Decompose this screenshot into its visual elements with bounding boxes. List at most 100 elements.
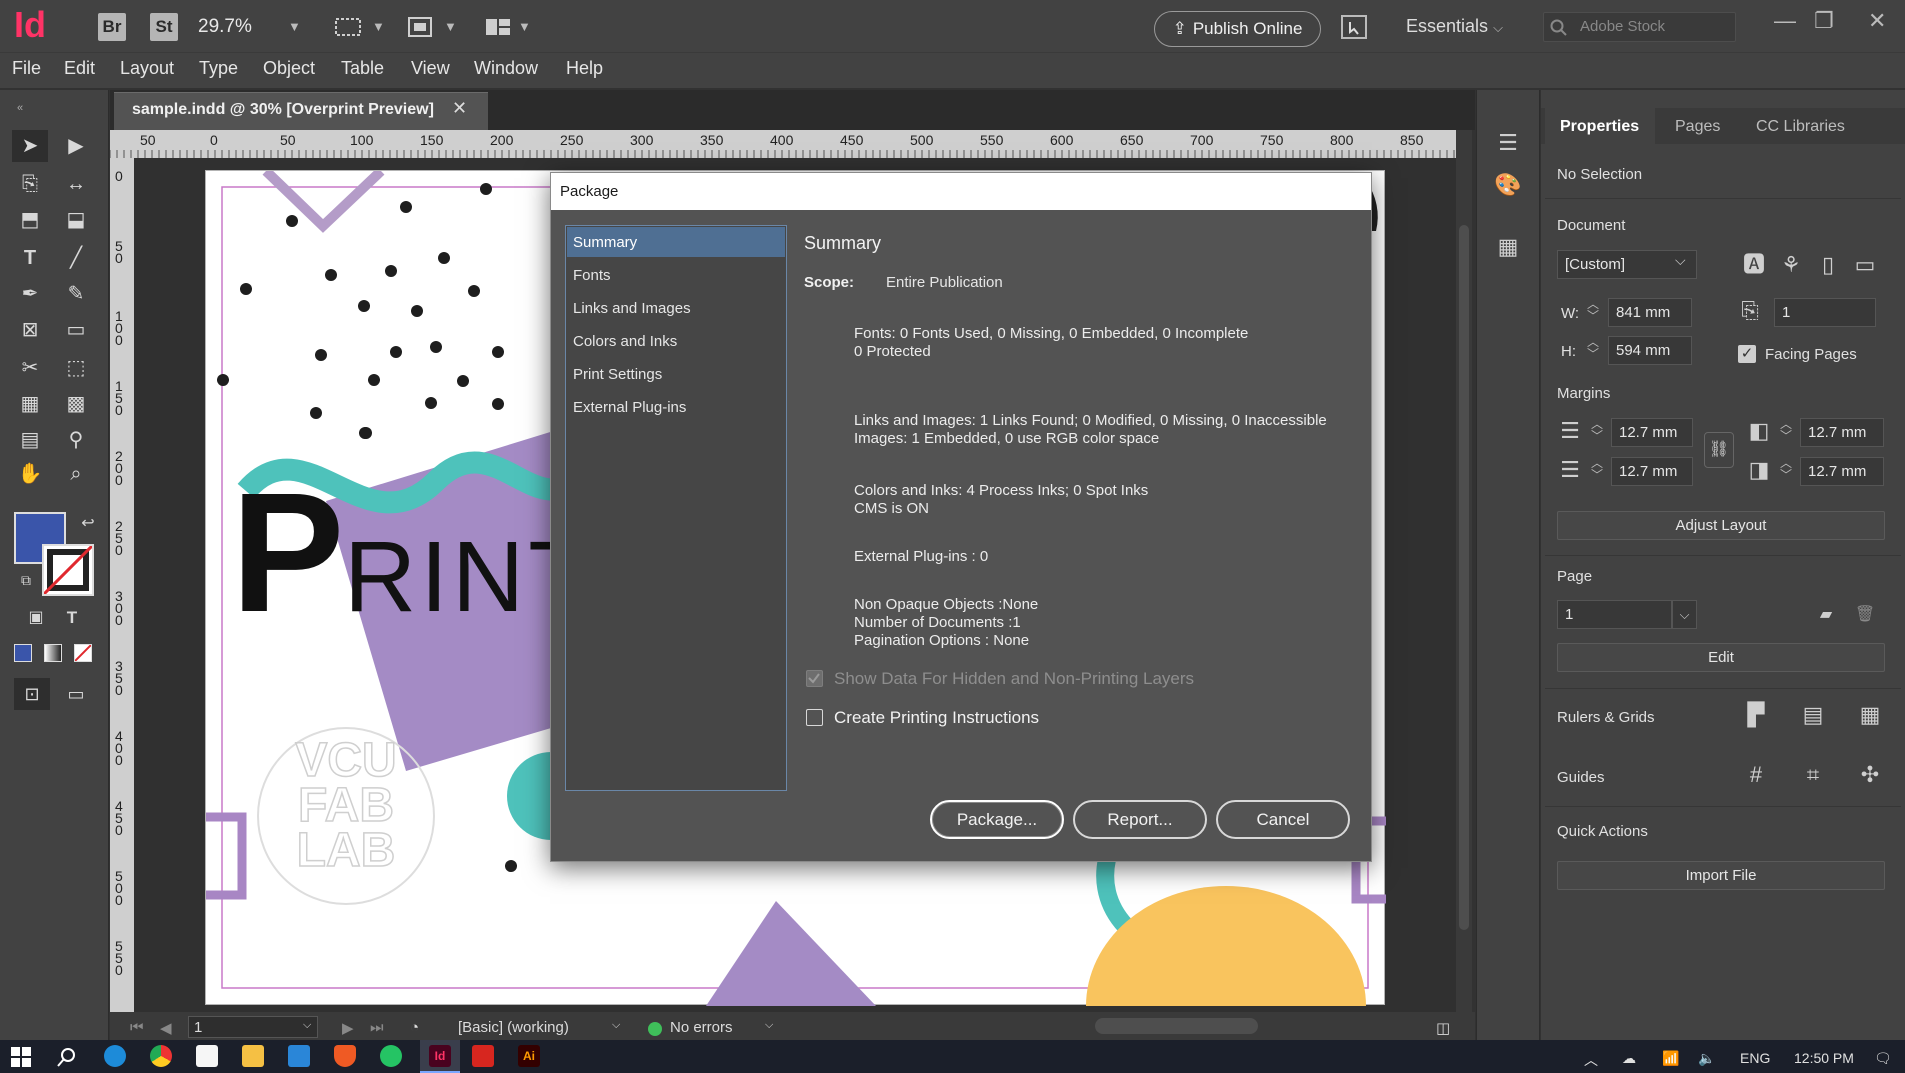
rectangle-frame-tool-icon[interactable]: ⊠ xyxy=(12,314,48,346)
menu-file[interactable]: File xyxy=(12,58,41,79)
height-field[interactable]: 594 mm xyxy=(1608,336,1692,365)
publish-online-button[interactable]: ⇪ Publish Online xyxy=(1154,11,1321,47)
edge-icon[interactable] xyxy=(104,1045,126,1067)
margin-top-stepper-icon[interactable]: ︿ ﹀ xyxy=(1591,418,1603,442)
nav-item-fonts[interactable]: Fonts xyxy=(573,267,611,284)
eyedropper-tool-icon[interactable]: ⚲ xyxy=(58,424,94,456)
smart-guides-icon[interactable]: ✣ xyxy=(1855,760,1885,790)
apply-color-icon[interactable] xyxy=(14,644,32,662)
workspace-switcher[interactable]: Essentials ⌵ xyxy=(1406,16,1503,37)
tab-properties[interactable]: Properties xyxy=(1560,118,1639,136)
lock-guides-icon[interactable]: ⌗ xyxy=(1798,760,1828,790)
pen-tool-icon[interactable]: ✒ xyxy=(12,278,48,310)
next-page-icon[interactable]: ▶ xyxy=(342,1019,354,1037)
file-explorer-icon[interactable] xyxy=(242,1045,264,1067)
margin-top-field[interactable]: 12.7 mm xyxy=(1611,418,1693,447)
import-file-button[interactable]: Import File xyxy=(1557,861,1885,890)
minimize-icon[interactable]: — xyxy=(1774,8,1796,34)
menu-type[interactable]: Type xyxy=(199,58,238,79)
page-select[interactable]: 1 xyxy=(1557,600,1672,629)
nav-item-print-settings[interactable]: Print Settings xyxy=(573,366,662,383)
gradient-feather-tool-icon[interactable]: ▩ xyxy=(58,388,94,420)
height-stepper-icon[interactable]: ︿ ﹀ xyxy=(1587,336,1599,360)
preflight-options-icon[interactable]: ◔ xyxy=(410,1019,419,1036)
margin-right-field[interactable]: 12.7 mm xyxy=(1800,457,1884,486)
create-printing-instructions-checkbox[interactable] xyxy=(806,709,823,726)
close-tab-icon[interactable]: ✕ xyxy=(452,98,467,119)
vertical-ruler[interactable]: 0 50 100 150 200 250 300 350 400 450 500 550 xyxy=(110,158,134,1012)
screen-mode-icon[interactable] xyxy=(334,15,362,39)
dialog-titlebar[interactable] xyxy=(551,173,1371,210)
layers-panel-icon[interactable]: ▦ xyxy=(1493,232,1523,262)
stock-button[interactable]: St xyxy=(150,13,178,41)
margin-left-field[interactable]: 12.7 mm xyxy=(1800,418,1884,447)
nav-item-external-plugins[interactable]: External Plug-ins xyxy=(573,399,686,416)
zoom-level[interactable]: 29.7% xyxy=(198,16,252,38)
split-window-icon[interactable]: ◫ xyxy=(1436,1019,1450,1037)
nav-item-colors-inks[interactable]: Colors and Inks xyxy=(573,333,677,350)
menu-edit[interactable]: Edit xyxy=(64,58,95,79)
type-tool-icon[interactable]: T xyxy=(12,242,48,274)
margin-right-stepper-icon[interactable]: ︿ ﹀ xyxy=(1780,457,1792,481)
formatting-container-icon[interactable]: ▣ xyxy=(18,602,54,634)
horizontal-scroll-thumb[interactable] xyxy=(1095,1018,1258,1034)
style-dropdown-icon[interactable]: ⌵ xyxy=(612,1019,620,1032)
page-select-chevron-icon[interactable]: ⌵ xyxy=(1672,600,1697,629)
menu-layout[interactable]: Layout xyxy=(120,58,174,79)
windows-start-icon[interactable] xyxy=(10,1046,32,1068)
margin-left-stepper-icon[interactable]: ︿ ﹀ xyxy=(1780,418,1792,442)
hand-tool-icon[interactable]: ✋ xyxy=(12,458,48,490)
line-tool-icon[interactable]: ╱ xyxy=(58,242,94,274)
free-transform-tool-icon[interactable]: ⬚ xyxy=(58,352,94,384)
formatting-text-icon[interactable]: T xyxy=(54,602,90,634)
notifications-icon[interactable]: 🗨 xyxy=(1874,1050,1892,1067)
gap-tool-icon[interactable]: ↔ xyxy=(58,168,94,200)
binding-icon[interactable]: ⚘ xyxy=(1776,250,1806,280)
errors-dropdown-icon[interactable]: ⌵ xyxy=(765,1019,773,1032)
previous-page-icon[interactable]: ◀ xyxy=(160,1019,172,1037)
preview-mode-icon[interactable]: ▭ xyxy=(58,678,94,710)
ruler-icon[interactable]: ▛ xyxy=(1741,700,1771,730)
style-status[interactable]: [Basic] (working) xyxy=(458,1019,569,1036)
restore-icon[interactable]: ❐ xyxy=(1814,8,1834,34)
edit-page-button[interactable]: Edit xyxy=(1557,643,1885,672)
show-guides-icon[interactable]: # xyxy=(1741,760,1771,790)
adjust-layout-button[interactable]: Adjust Layout xyxy=(1557,511,1885,540)
screen-mode-chevron-icon[interactable]: ▼ xyxy=(372,19,385,34)
document-tab-title[interactable]: sample.indd @ 30% [Overprint Preview] xyxy=(132,101,434,119)
selection-tool-icon[interactable]: ➤ xyxy=(12,130,48,162)
scissors-tool-icon[interactable]: ✂ xyxy=(12,352,48,384)
landscape-icon[interactable]: ▭ xyxy=(1850,250,1880,280)
clock[interactable]: 12:50 PM xyxy=(1794,1050,1854,1066)
nav-item-summary[interactable]: Summary xyxy=(573,234,637,251)
arrange-documents-icon[interactable] xyxy=(484,15,512,39)
brave-icon[interactable] xyxy=(334,1045,356,1067)
pages-count-field[interactable]: 1 xyxy=(1774,298,1876,327)
wifi-icon[interactable]: 📶 xyxy=(1662,1050,1679,1067)
color-panel-icon[interactable]: 🎨 xyxy=(1493,170,1523,200)
menu-object[interactable]: Object xyxy=(263,58,315,79)
tray-chevron-icon[interactable]: ︿ xyxy=(1584,1050,1598,1070)
store-icon[interactable] xyxy=(196,1045,218,1067)
panel-menu-icon[interactable]: ☰ xyxy=(1493,128,1523,158)
direct-selection-tool-icon[interactable]: ▶ xyxy=(58,130,94,162)
view-options-icon[interactable] xyxy=(406,15,434,39)
volume-icon[interactable]: 🔈 xyxy=(1698,1050,1715,1067)
content-placer-icon[interactable]: ⬓ xyxy=(58,204,94,236)
horizontal-ruler[interactable]: 50 0 50 100 150 200 250 300 350 400 450 500 550 600 65… xyxy=(110,130,1456,158)
zoom-tool-icon[interactable]: ⌕ xyxy=(58,458,94,490)
apply-none-icon[interactable] xyxy=(74,644,92,662)
last-page-icon[interactable]: ⏭ xyxy=(370,1019,384,1036)
new-page-icon[interactable]: ▰ xyxy=(1811,600,1841,630)
stroke-color-swatch[interactable] xyxy=(42,544,94,596)
rectangle-tool-icon[interactable]: ▭ xyxy=(58,314,94,346)
create-printing-instructions-label[interactable]: Create Printing Instructions xyxy=(834,708,1039,728)
menu-view[interactable]: View xyxy=(411,58,450,79)
package-button[interactable]: Package... xyxy=(930,800,1064,839)
default-colors-icon[interactable]: ⧉ xyxy=(8,564,44,596)
illustrator-icon[interactable]: Ai xyxy=(518,1045,540,1067)
acrobat-icon[interactable] xyxy=(472,1045,494,1067)
view-options-chevron-icon[interactable]: ▼ xyxy=(444,19,457,34)
page-tool-icon[interactable]: ⎘ xyxy=(12,168,48,200)
pencil-tool-icon[interactable]: ✎ xyxy=(58,278,94,310)
